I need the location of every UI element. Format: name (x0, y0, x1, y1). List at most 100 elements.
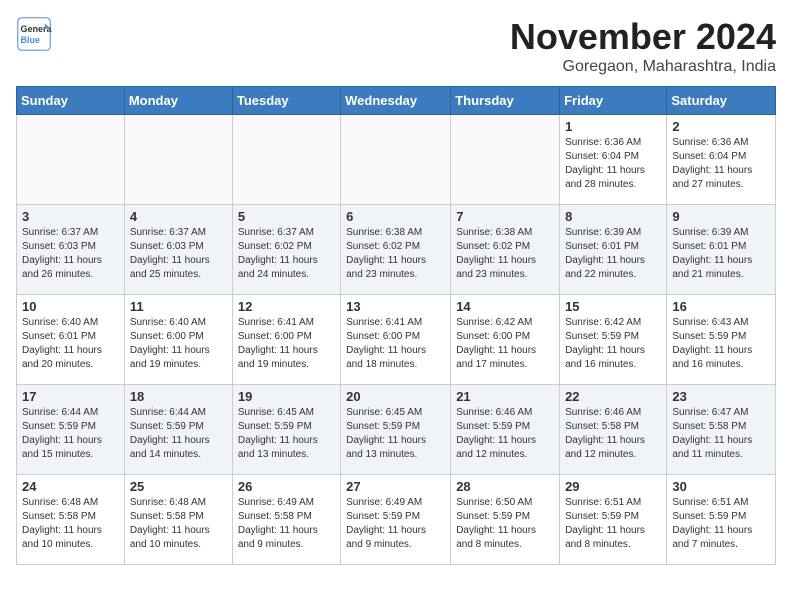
day-info: Sunrise: 6:44 AM Sunset: 5:59 PM Dayligh… (130, 406, 227, 462)
calendar-header-row: SundayMondayTuesdayWednesdayThursdayFrid… (17, 87, 776, 115)
calendar-cell: 20Sunrise: 6:45 AM Sunset: 5:59 PM Dayli… (341, 385, 451, 475)
calendar-cell: 4Sunrise: 6:37 AM Sunset: 6:03 PM Daylig… (124, 205, 232, 295)
page-header: General Blue November 2024 Goregaon, Mah… (16, 16, 776, 76)
calendar-cell: 13 Sunrise: 6:41 AM Sunset: 6:00 PM Dayli… (341, 295, 451, 385)
day-info: Sunrise: 6:48 AM Sunset: 5:58 PM Dayligh… (22, 496, 119, 552)
day-info: Sunrise: 6:40 AM Sunset: 6:01 PM Dayligh… (22, 316, 119, 372)
calendar-cell: 11 Sunrise: 6:40 AM Sunset: 6:00 PM Dayli… (124, 295, 232, 385)
calendar-header-friday: Friday (560, 87, 667, 115)
day-number: 29 (565, 479, 661, 494)
day-number: 21 (456, 389, 554, 404)
calendar-header-sunday: Sunday (17, 87, 125, 115)
calendar-cell (451, 115, 560, 205)
day-number: 16 (672, 299, 770, 314)
month-title: November 2024 (510, 16, 776, 58)
day-number: 9 (672, 209, 770, 224)
day-number: 4 (130, 209, 227, 224)
calendar-cell: 8 Sunrise: 6:39 AM Sunset: 6:01 PM Daylig… (560, 205, 667, 295)
calendar-header-thursday: Thursday (451, 87, 560, 115)
calendar-cell: 5Sunrise: 6:37 AM Sunset: 6:02 PM Daylig… (232, 205, 340, 295)
day-number: 24 (22, 479, 119, 494)
calendar-cell: 28Sunrise: 6:50 AM Sunset: 5:59 PM Dayli… (451, 475, 560, 565)
day-number: 18 (130, 389, 227, 404)
day-number: 3 (22, 209, 119, 224)
calendar-cell: 16 Sunrise: 6:43 AM Sunset: 5:59 PM Dayli… (667, 295, 776, 385)
day-info: Sunrise: 6:47 AM Sunset: 5:58 PM Dayligh… (672, 406, 770, 462)
logo: General Blue (16, 16, 52, 52)
calendar-cell: 22Sunrise: 6:46 AM Sunset: 5:58 PM Dayli… (560, 385, 667, 475)
location-title: Goregaon, Maharashtra, India (510, 58, 776, 76)
calendar-cell: 14 Sunrise: 6:42 AM Sunset: 6:00 PM Dayli… (451, 295, 560, 385)
day-info: Sunrise: 6:45 AM Sunset: 5:59 PM Dayligh… (238, 406, 335, 462)
calendar-cell: 24 Sunrise: 6:48 AM Sunset: 5:58 PM Dayli… (17, 475, 125, 565)
calendar-week-row: 24 Sunrise: 6:48 AM Sunset: 5:58 PM Dayli… (17, 475, 776, 565)
day-info: Sunrise: 6:43 AM Sunset: 5:59 PM Dayligh… (672, 316, 770, 372)
calendar-cell: 19 Sunrise: 6:45 AM Sunset: 5:59 PM Dayli… (232, 385, 340, 475)
day-number: 11 (130, 299, 227, 314)
day-number: 26 (238, 479, 335, 494)
calendar-week-row: 3 Sunrise: 6:37 AM Sunset: 6:03 PM Daylig… (17, 205, 776, 295)
calendar-cell: 23 Sunrise: 6:47 AM Sunset: 5:58 PM Dayli… (667, 385, 776, 475)
title-area: November 2024 Goregaon, Maharashtra, Ind… (510, 16, 776, 76)
calendar-week-row: 1 Sunrise: 6:36 AM Sunset: 6:04 PM Daylig… (17, 115, 776, 205)
calendar-cell: 29 Sunrise: 6:51 AM Sunset: 5:59 PM Dayli… (560, 475, 667, 565)
calendar: SundayMondayTuesdayWednesdayThursdayFrid… (16, 86, 776, 565)
day-number: 8 (565, 209, 661, 224)
day-info: Sunrise: 6:36 AM Sunset: 6:04 PM Dayligh… (672, 136, 770, 192)
day-number: 5 (238, 209, 335, 224)
calendar-cell (124, 115, 232, 205)
day-number: 28 (456, 479, 554, 494)
day-info: Sunrise: 6:41 AM Sunset: 6:00 PM Dayligh… (238, 316, 335, 372)
calendar-cell: 27 Sunrise: 6:49 AM Sunset: 5:59 PM Dayli… (341, 475, 451, 565)
day-info: Sunrise: 6:42 AM Sunset: 5:59 PM Dayligh… (565, 316, 661, 372)
calendar-cell (341, 115, 451, 205)
calendar-header-monday: Monday (124, 87, 232, 115)
logo-icon: General Blue (16, 16, 52, 52)
calendar-cell: 26 Sunrise: 6:49 AM Sunset: 5:58 PM Dayli… (232, 475, 340, 565)
day-number: 10 (22, 299, 119, 314)
day-info: Sunrise: 6:48 AM Sunset: 5:58 PM Dayligh… (130, 496, 227, 552)
day-info: Sunrise: 6:44 AM Sunset: 5:59 PM Dayligh… (22, 406, 119, 462)
calendar-cell: 1 Sunrise: 6:36 AM Sunset: 6:04 PM Daylig… (560, 115, 667, 205)
day-number: 14 (456, 299, 554, 314)
day-info: Sunrise: 6:51 AM Sunset: 5:59 PM Dayligh… (565, 496, 661, 552)
day-number: 27 (346, 479, 445, 494)
day-number: 23 (672, 389, 770, 404)
calendar-cell: 12Sunrise: 6:41 AM Sunset: 6:00 PM Dayli… (232, 295, 340, 385)
calendar-header-wednesday: Wednesday (341, 87, 451, 115)
calendar-cell: 30Sunrise: 6:51 AM Sunset: 5:59 PM Dayli… (667, 475, 776, 565)
day-info: Sunrise: 6:46 AM Sunset: 5:59 PM Dayligh… (456, 406, 554, 462)
calendar-cell: 9 Sunrise: 6:39 AM Sunset: 6:01 PM Daylig… (667, 205, 776, 295)
day-number: 25 (130, 479, 227, 494)
day-number: 7 (456, 209, 554, 224)
day-info: Sunrise: 6:49 AM Sunset: 5:58 PM Dayligh… (238, 496, 335, 552)
day-number: 6 (346, 209, 445, 224)
calendar-cell: 6 Sunrise: 6:38 AM Sunset: 6:02 PM Daylig… (341, 205, 451, 295)
day-number: 17 (22, 389, 119, 404)
day-number: 30 (672, 479, 770, 494)
calendar-week-row: 10 Sunrise: 6:40 AM Sunset: 6:01 PM Dayli… (17, 295, 776, 385)
calendar-week-row: 17 Sunrise: 6:44 AM Sunset: 5:59 PM Dayli… (17, 385, 776, 475)
day-info: Sunrise: 6:41 AM Sunset: 6:00 PM Dayligh… (346, 316, 445, 372)
day-number: 22 (565, 389, 661, 404)
day-number: 1 (565, 119, 661, 134)
day-info: Sunrise: 6:40 AM Sunset: 6:00 PM Dayligh… (130, 316, 227, 372)
calendar-cell: 15Sunrise: 6:42 AM Sunset: 5:59 PM Dayli… (560, 295, 667, 385)
day-info: Sunrise: 6:42 AM Sunset: 6:00 PM Dayligh… (456, 316, 554, 372)
day-info: Sunrise: 6:39 AM Sunset: 6:01 PM Dayligh… (672, 226, 770, 282)
calendar-cell: 21 Sunrise: 6:46 AM Sunset: 5:59 PM Dayli… (451, 385, 560, 475)
day-number: 19 (238, 389, 335, 404)
day-info: Sunrise: 6:38 AM Sunset: 6:02 PM Dayligh… (346, 226, 445, 282)
calendar-cell: 18 Sunrise: 6:44 AM Sunset: 5:59 PM Dayli… (124, 385, 232, 475)
day-info: Sunrise: 6:36 AM Sunset: 6:04 PM Dayligh… (565, 136, 661, 192)
calendar-cell: 10 Sunrise: 6:40 AM Sunset: 6:01 PM Dayli… (17, 295, 125, 385)
calendar-header-tuesday: Tuesday (232, 87, 340, 115)
day-info: Sunrise: 6:37 AM Sunset: 6:03 PM Dayligh… (22, 226, 119, 282)
day-number: 13 (346, 299, 445, 314)
day-info: Sunrise: 6:45 AM Sunset: 5:59 PM Dayligh… (346, 406, 445, 462)
day-info: Sunrise: 6:38 AM Sunset: 6:02 PM Dayligh… (456, 226, 554, 282)
day-number: 2 (672, 119, 770, 134)
day-info: Sunrise: 6:39 AM Sunset: 6:01 PM Dayligh… (565, 226, 661, 282)
day-info: Sunrise: 6:49 AM Sunset: 5:59 PM Dayligh… (346, 496, 445, 552)
svg-text:Blue: Blue (21, 35, 41, 45)
